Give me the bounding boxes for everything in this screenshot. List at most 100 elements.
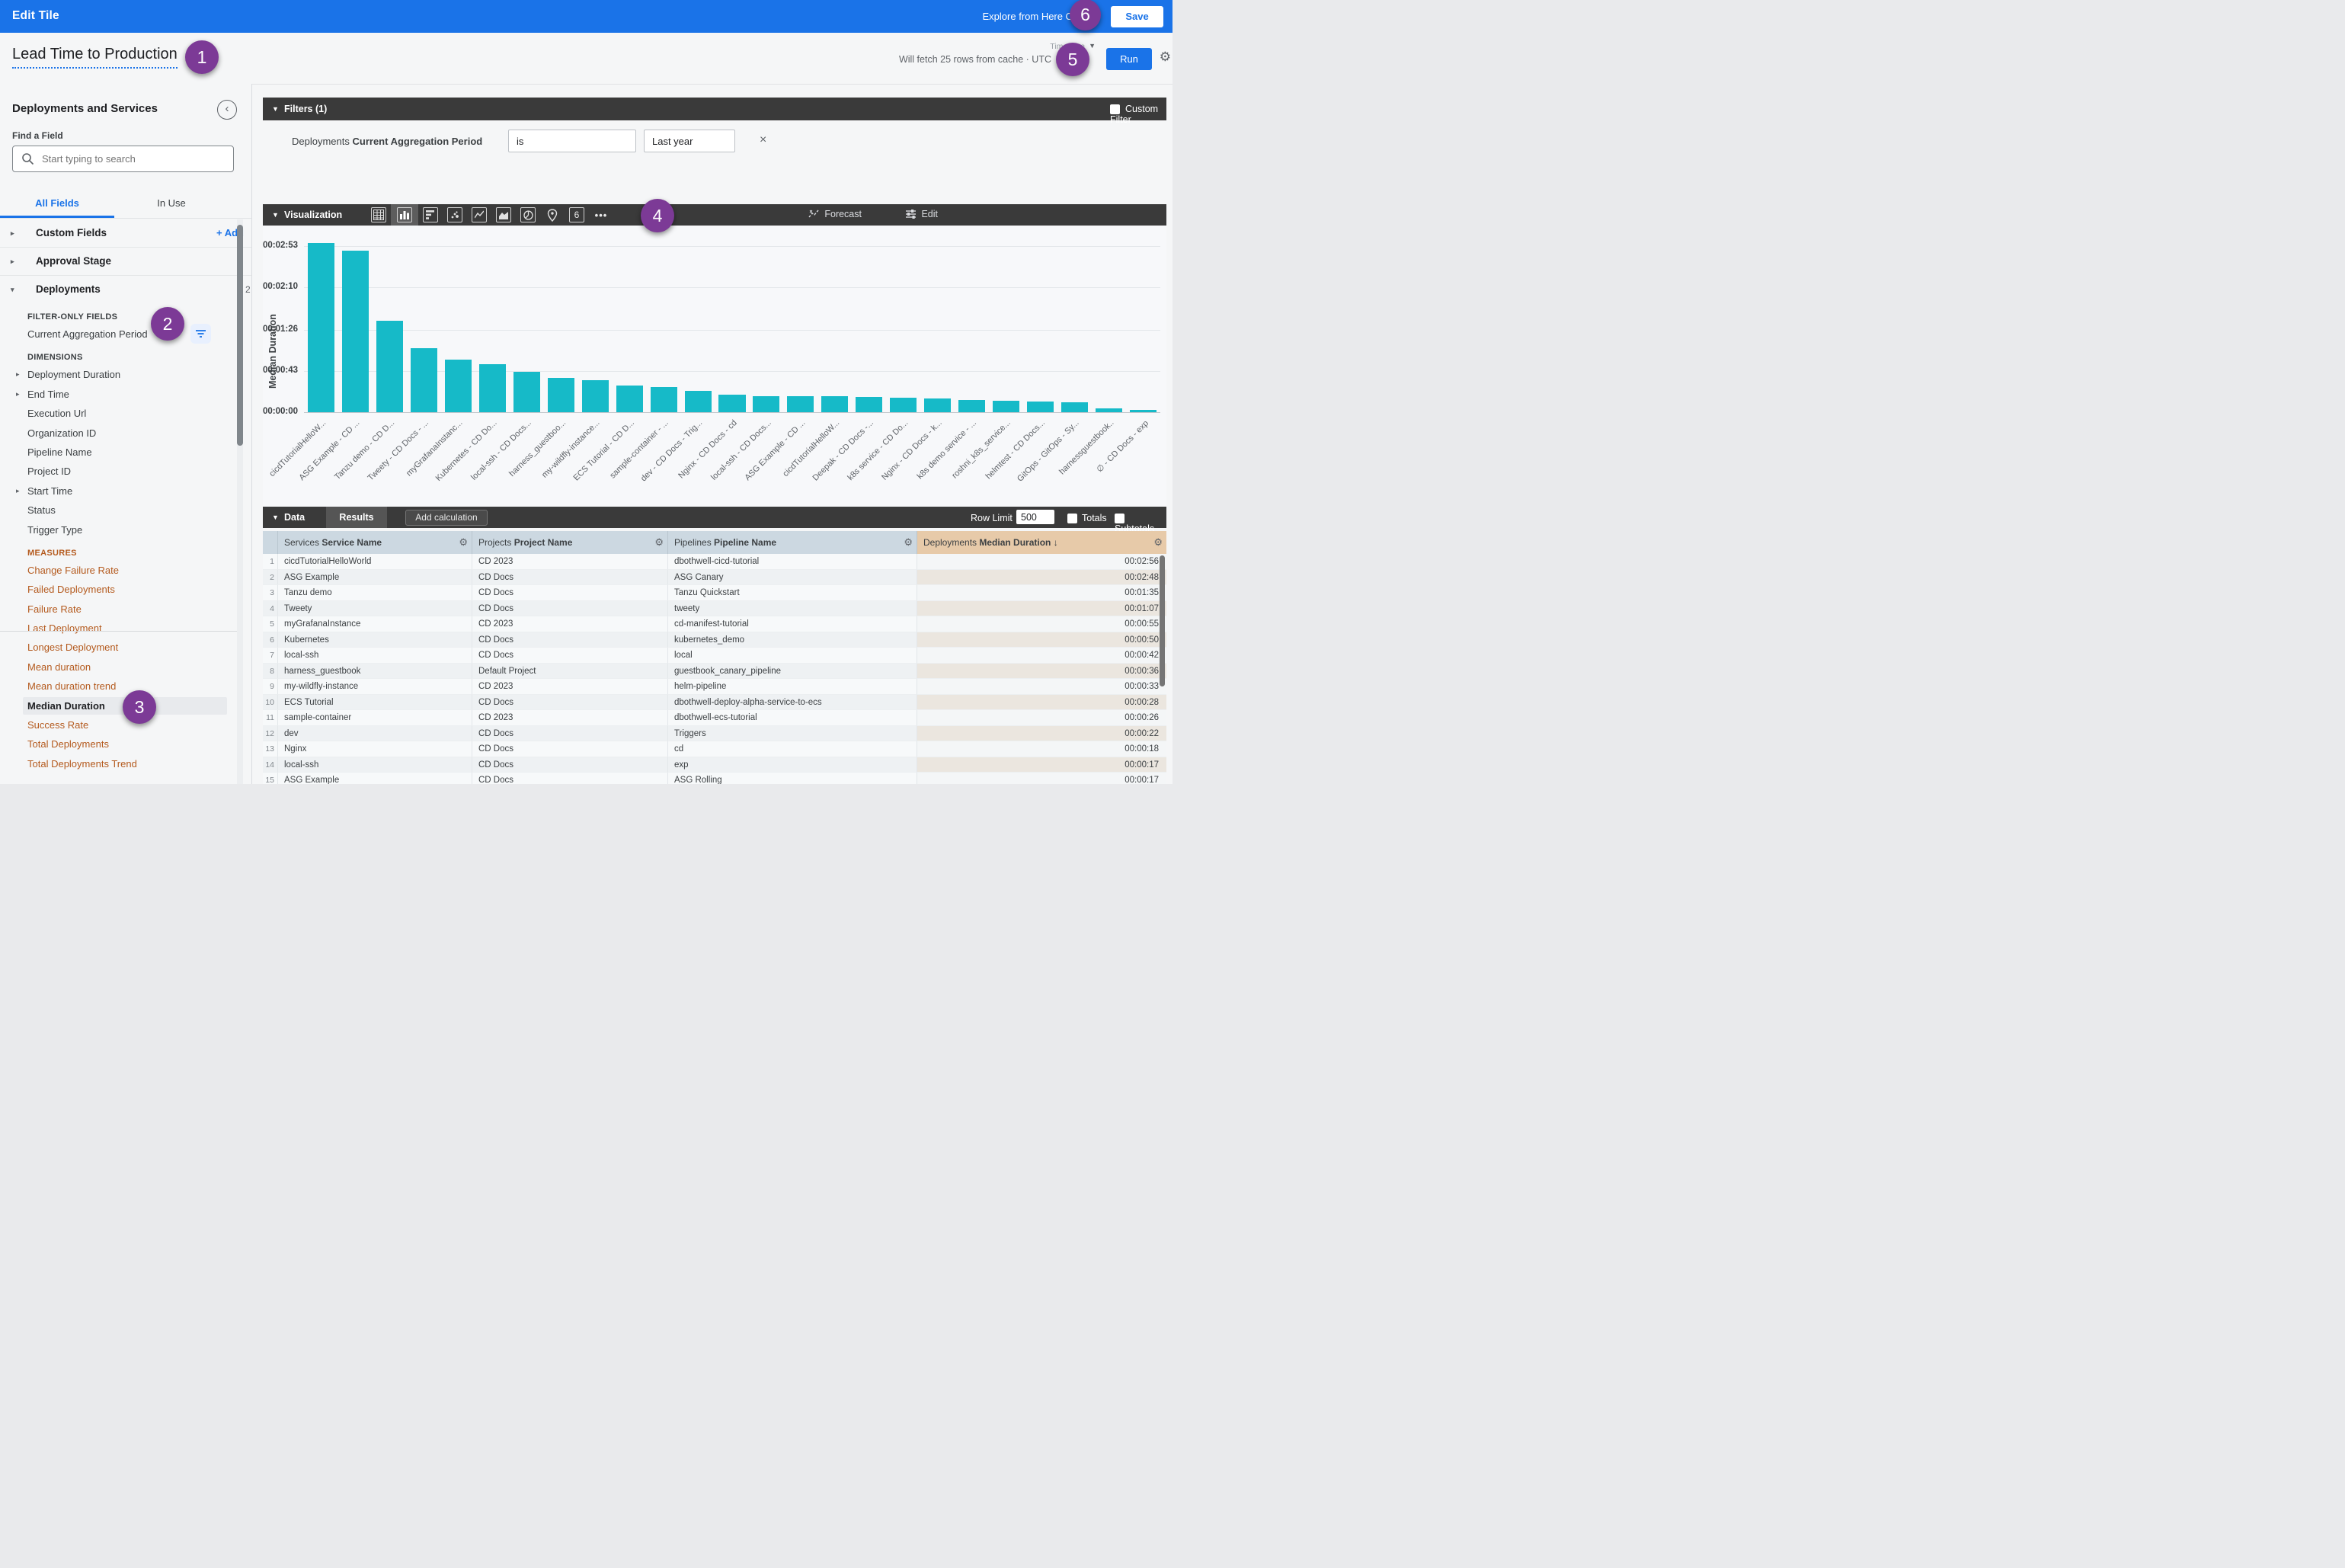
caret-right-icon[interactable]: ▸ xyxy=(11,219,14,247)
bar-17[interactable] xyxy=(856,397,882,412)
scatter-icon[interactable] xyxy=(443,204,467,226)
filter-by-field-button[interactable] xyxy=(190,324,211,344)
column-chart-icon[interactable] xyxy=(391,204,418,226)
sidebar-item-last-deployment[interactable]: Last Deployment xyxy=(0,619,251,638)
bar-9[interactable] xyxy=(582,380,609,412)
explore-from-here-button[interactable]: Explore from Here xyxy=(983,11,1063,22)
sidebar-item-deployments[interactable]: ▾Deployments2 xyxy=(0,275,251,303)
tab-all-fields[interactable]: All Fields xyxy=(0,190,114,218)
subtotals-checkbox[interactable] xyxy=(1115,514,1125,523)
bar-20[interactable] xyxy=(958,400,985,412)
bar-16[interactable] xyxy=(821,396,848,412)
bar-7[interactable] xyxy=(513,372,540,412)
table-row-5[interactable]: 5myGrafanaInstanceCD 2023cd-manifest-tut… xyxy=(263,616,1166,632)
sidebar-item-mean-duration-trend[interactable]: Mean duration trend xyxy=(0,677,251,696)
custom-filter-toggle[interactable]: Custom Filter xyxy=(1110,104,1166,125)
sidebar-item-pipeline-name[interactable]: Pipeline Name xyxy=(0,443,251,462)
bar-18[interactable] xyxy=(890,398,917,412)
table-row-11[interactable]: 11sample-containerCD 2023dbothwell-ecs-t… xyxy=(263,710,1166,726)
custom-filter-checkbox[interactable] xyxy=(1110,104,1120,114)
remove-filter-icon[interactable]: × xyxy=(760,133,766,147)
caret-right-icon[interactable]: ▸ xyxy=(16,365,20,384)
pie-chart-icon[interactable] xyxy=(516,204,540,226)
collapse-sidebar-icon[interactable]: ‹ xyxy=(217,100,237,120)
sidebar-item-success-rate[interactable]: Success Rate xyxy=(0,715,251,734)
totals-toggle[interactable]: Totals xyxy=(1067,513,1107,523)
viz-edit-button[interactable]: Edit xyxy=(905,209,938,219)
table-row-10[interactable]: 10ECS TutorialCD Docsdbothwell-deploy-al… xyxy=(263,695,1166,711)
bar-10[interactable] xyxy=(616,386,643,412)
bar-25[interactable] xyxy=(1130,410,1157,412)
line-chart-icon[interactable] xyxy=(467,204,491,226)
filter-operator-select[interactable]: is xyxy=(508,130,636,152)
table-row-1[interactable]: 1cicdTutorialHelloWorldCD 2023dbothwell-… xyxy=(263,554,1166,570)
bar-5[interactable] xyxy=(445,360,472,412)
single-value-icon[interactable]: 6 xyxy=(565,204,589,226)
sidebar-item-total-deployments-trend[interactable]: Total Deployments Trend xyxy=(0,754,251,773)
sidebar-scrollbar-thumb[interactable] xyxy=(237,225,243,446)
sidebar-item-deployment-duration[interactable]: ▸Deployment Duration xyxy=(0,365,251,384)
bar-14[interactable] xyxy=(753,396,779,412)
map-pin-icon[interactable] xyxy=(540,204,565,226)
bar-23[interactable] xyxy=(1061,402,1088,412)
table-row-9[interactable]: 9my-wildfly-instanceCD 2023helm-pipeline… xyxy=(263,679,1166,695)
table-row-13[interactable]: 13NginxCD Docscd00:00:18 xyxy=(263,741,1166,757)
bar-12[interactable] xyxy=(685,391,712,412)
bar-13[interactable] xyxy=(718,395,745,412)
totals-checkbox[interactable] xyxy=(1067,514,1077,523)
bar-chart-icon[interactable] xyxy=(418,204,443,226)
sidebar-item-total-deployments[interactable]: Total Deployments xyxy=(0,734,251,754)
search-input[interactable] xyxy=(40,147,230,171)
column-header-service-name[interactable]: Services Service Name⚙ xyxy=(278,531,472,554)
sidebar-item-status[interactable]: Status xyxy=(0,501,251,520)
sidebar-item-project-id[interactable]: Project ID xyxy=(0,462,251,481)
field-search-box[interactable] xyxy=(12,146,234,172)
tile-title-input[interactable]: Lead Time to Production xyxy=(12,46,178,69)
bar-4[interactable] xyxy=(411,348,437,412)
bar-15[interactable] xyxy=(787,396,814,412)
sidebar-item-failed-deployments[interactable]: Failed Deployments xyxy=(0,580,251,599)
sidebar-item-organization-id[interactable]: Organization ID xyxy=(0,424,251,443)
column-header-project-name[interactable]: Projects Project Name⚙ xyxy=(472,531,668,554)
caret-down-icon[interactable]: ▾ xyxy=(11,276,14,303)
filter-value-input[interactable]: Last year xyxy=(644,130,735,152)
table-row-2[interactable]: 2ASG ExampleCD DocsASG Canary00:02:48 xyxy=(263,570,1166,586)
caret-right-icon[interactable]: ▸ xyxy=(16,482,20,501)
sidebar-item-longest-deployment[interactable]: Longest Deployment xyxy=(0,638,251,657)
table-row-15[interactable]: 15ASG ExampleCD DocsASG Rolling00:00:17 xyxy=(263,773,1166,784)
gear-icon[interactable]: ⚙ xyxy=(459,531,468,554)
gear-icon[interactable]: ⚙ xyxy=(1160,50,1171,65)
row-limit-input[interactable] xyxy=(1016,510,1054,524)
sidebar-item-failure-rate[interactable]: Failure Rate xyxy=(0,600,251,619)
more-options-icon[interactable]: ••• xyxy=(589,204,613,226)
bar-19[interactable] xyxy=(924,398,951,412)
table-row-6[interactable]: 6KubernetesCD Docskubernetes_demo00:00:5… xyxy=(263,632,1166,648)
caret-right-icon[interactable]: ▸ xyxy=(11,248,14,275)
bar-8[interactable] xyxy=(548,378,574,412)
tab-in-use[interactable]: In Use xyxy=(114,190,229,218)
area-chart-icon[interactable] xyxy=(491,204,516,226)
sidebar-item-approval-stage[interactable]: ▸Approval Stage xyxy=(0,247,251,275)
caret-right-icon[interactable]: ▸ xyxy=(16,385,20,404)
results-tab[interactable]: Results xyxy=(326,507,387,528)
gear-icon[interactable]: ⚙ xyxy=(1153,531,1163,554)
bar-3[interactable] xyxy=(376,321,403,412)
table-icon[interactable] xyxy=(366,204,391,226)
bar-24[interactable] xyxy=(1096,408,1122,412)
table-scrollbar-thumb[interactable] xyxy=(1160,555,1165,686)
table-row-14[interactable]: 14local-sshCD Docsexp00:00:17 xyxy=(263,757,1166,773)
sidebar-item-change-failure-rate[interactable]: Change Failure Rate xyxy=(0,561,251,580)
table-row-3[interactable]: 3Tanzu demoCD DocsTanzu Quickstart00:01:… xyxy=(263,585,1166,601)
sidebar-item-end-time[interactable]: ▸End Time xyxy=(0,385,251,404)
bar-11[interactable] xyxy=(651,387,677,412)
gear-icon[interactable]: ⚙ xyxy=(654,531,664,554)
add-calculation-button[interactable]: Add calculation xyxy=(405,510,488,526)
save-button[interactable]: Save xyxy=(1111,6,1163,27)
bar-6[interactable] xyxy=(479,364,506,412)
sidebar-item-trigger-type[interactable]: Trigger Type xyxy=(0,520,251,539)
table-row-8[interactable]: 8harness_guestbookDefault Projectguestbo… xyxy=(263,664,1166,680)
column-header-pipeline-name[interactable]: Pipelines Pipeline Name⚙ xyxy=(668,531,917,554)
bar-21[interactable] xyxy=(993,401,1019,412)
table-row-12[interactable]: 12devCD DocsTriggers00:00:22 xyxy=(263,726,1166,742)
sidebar-item-mean-duration[interactable]: Mean duration xyxy=(0,658,251,677)
